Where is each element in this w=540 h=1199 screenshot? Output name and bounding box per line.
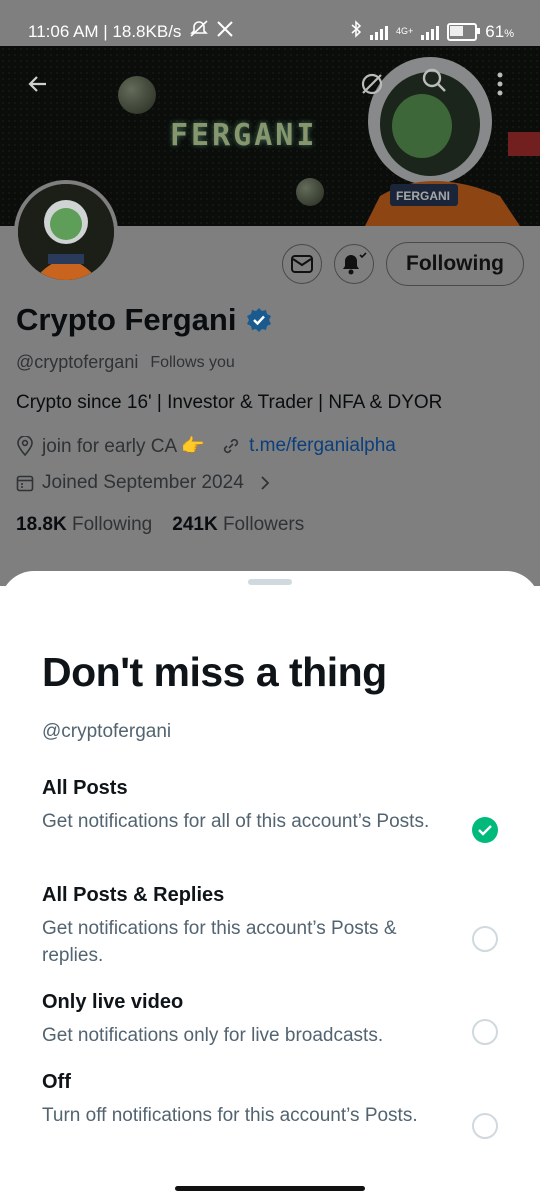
gesture-nav-bar[interactable] xyxy=(175,1186,365,1191)
joined-row[interactable]: Joined September 2024 xyxy=(16,472,272,494)
option-title: All Posts & Replies xyxy=(42,884,225,906)
notifications-button[interactable] xyxy=(334,244,374,284)
search-button[interactable] xyxy=(414,60,454,100)
option-title: Off xyxy=(42,1071,71,1093)
profile-link[interactable]: t.me/ferganialpha xyxy=(249,435,396,457)
network-type: 4G+ xyxy=(396,26,414,36)
display-name: Crypto Fergani xyxy=(16,302,272,338)
following-label: Following xyxy=(71,514,153,535)
option-description: Turn off notifications for this account’… xyxy=(42,1105,418,1126)
battery-fill xyxy=(450,25,464,36)
handle-row: @cryptofergani Follows you xyxy=(16,352,235,373)
joined-text: Joined September 2024 xyxy=(42,472,244,493)
chevron-right-icon xyxy=(261,476,270,490)
radio-unselected[interactable] xyxy=(472,926,498,952)
radio-unselected[interactable] xyxy=(472,1113,498,1139)
user-handle: @cryptofergani xyxy=(16,352,139,372)
calendar-icon xyxy=(16,475,34,492)
location-icon xyxy=(17,436,33,456)
checkmark-icon xyxy=(478,825,492,836)
back-button[interactable] xyxy=(18,64,58,104)
notification-settings-sheet: Don't miss a thing @cryptofergani All Po… xyxy=(0,571,540,1199)
option-only-live-video[interactable]: Only live video Get notifications only f… xyxy=(42,991,512,1049)
option-title: Only live video xyxy=(42,991,184,1013)
refresh-button[interactable] xyxy=(352,64,392,104)
battery-value: 61 xyxy=(485,21,505,41)
option-description: Get notifications only for live broadcas… xyxy=(42,1025,384,1046)
option-all-posts-replies[interactable]: All Posts & Replies Get notifications fo… xyxy=(42,884,512,969)
bio: Crypto since 16' | Investor & Trader | N… xyxy=(16,392,443,413)
followers-label: Followers xyxy=(222,514,305,535)
sheet-drag-handle[interactable] xyxy=(248,579,292,585)
search-icon xyxy=(422,68,446,92)
location-text: join for early CA 👉 xyxy=(42,436,206,457)
verified-icon xyxy=(247,308,272,332)
following-stat[interactable]: 18.8K Following xyxy=(16,514,152,536)
radio-selected[interactable] xyxy=(472,817,498,843)
bluetooth-icon xyxy=(350,20,362,43)
avatar[interactable] xyxy=(14,180,118,284)
following-count: 18.8K xyxy=(16,514,67,535)
status-time: 11:06 AM | 18.8KB/s xyxy=(28,21,182,41)
follow-stats: 18.8K Following 241K Followers xyxy=(16,514,304,536)
avatar-image xyxy=(18,184,114,280)
status-bar: 11:06 AM | 18.8KB/s 4G+ 61% xyxy=(0,0,540,46)
option-description: Get notifications for this account’s Pos… xyxy=(42,918,397,966)
back-arrow-icon xyxy=(28,76,46,92)
option-off[interactable]: Off Turn off notifications for this acco… xyxy=(42,1071,512,1139)
mail-icon xyxy=(291,255,313,273)
battery-unit: % xyxy=(504,27,514,40)
signal-icon xyxy=(370,24,389,40)
more-icon xyxy=(497,72,503,96)
x-logo-icon xyxy=(217,21,234,42)
sheet-title: Don't miss a thing xyxy=(42,649,387,695)
option-all-posts[interactable]: All Posts Get notifications for all of t… xyxy=(42,777,512,843)
more-button[interactable] xyxy=(480,64,520,104)
followers-count: 241K xyxy=(172,514,218,535)
radio-unselected[interactable] xyxy=(472,1019,498,1045)
option-description: Get notifications for all of this accoun… xyxy=(42,811,430,832)
refresh-icon xyxy=(361,73,383,95)
battery-icon xyxy=(447,22,481,41)
bell-icon xyxy=(343,252,367,275)
battery-percent: 61% xyxy=(485,22,514,42)
message-button[interactable] xyxy=(282,244,322,284)
signal2-icon xyxy=(421,24,440,40)
follows-you-badge: Follows you xyxy=(150,353,235,371)
option-title: All Posts xyxy=(42,777,128,799)
followers-stat[interactable]: 241K Followers xyxy=(172,514,304,536)
following-button[interactable]: Following xyxy=(386,242,524,286)
meta-row: join for early CA 👉 t.me/ferganialpha xyxy=(16,434,396,458)
mute-alarm-icon xyxy=(189,20,209,43)
display-name-text: Crypto Fergani xyxy=(16,302,237,337)
sheet-subtitle: @cryptofergani xyxy=(42,721,172,742)
link-icon xyxy=(223,438,239,454)
